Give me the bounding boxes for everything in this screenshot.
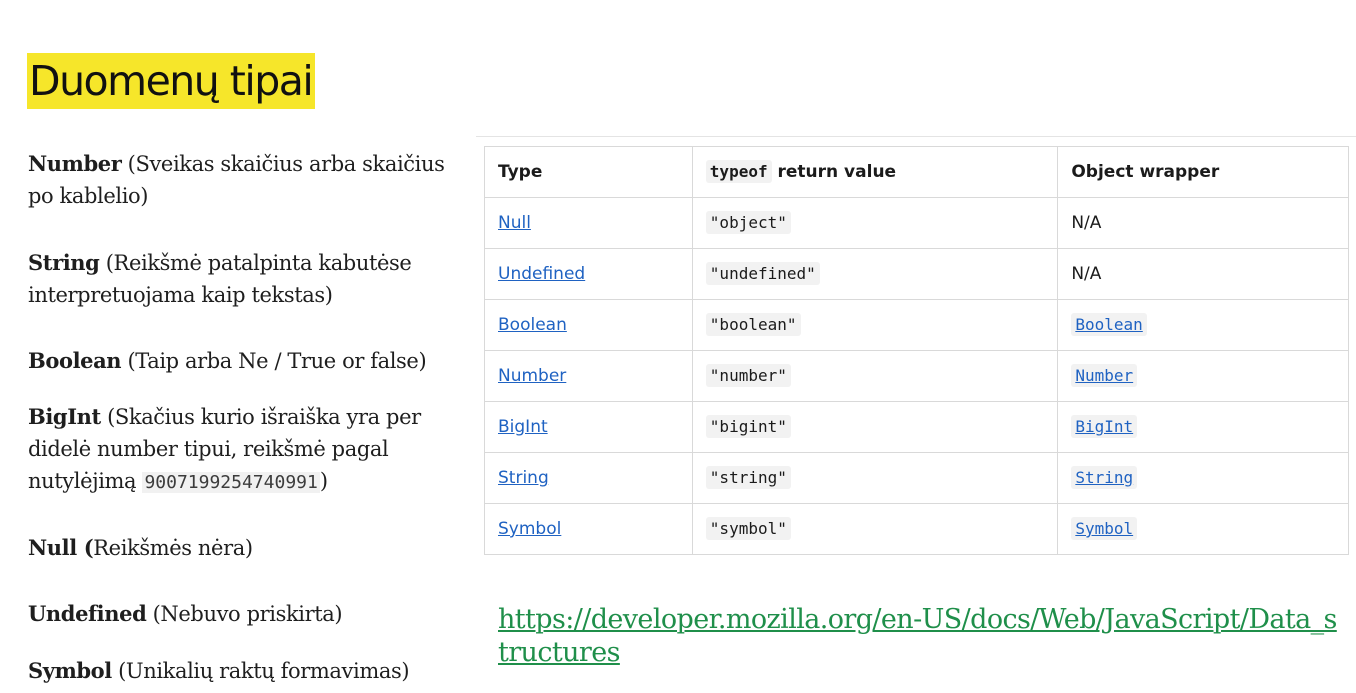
wrapper-cell: N/A (1057, 248, 1349, 300)
typeof-value: "undefined" (705, 262, 820, 285)
typeof-value: "boolean" (705, 313, 801, 336)
type-link-boolean[interactable]: Boolean (484, 299, 693, 351)
wrapper-cell: N/A (1057, 197, 1349, 249)
type-link-string[interactable]: String (484, 452, 693, 504)
table-row: BigInt "bigint" BigInt (484, 401, 1349, 453)
typeof-cell: "object" (691, 197, 1059, 249)
typeof-cell: "undefined" (691, 248, 1059, 300)
wrapper-cell: BigInt (1057, 401, 1349, 453)
table-row: Boolean "boolean" Boolean (484, 299, 1349, 351)
wrapper-cell: Symbol (1057, 503, 1349, 555)
typeof-cell: "bigint" (691, 401, 1059, 453)
table-row: Undefined "undefined" N/A (484, 248, 1349, 300)
table-row: Symbol "symbol" Symbol (484, 503, 1349, 555)
wrapper-link-string[interactable]: String (1071, 466, 1138, 489)
wrapper-link-symbol[interactable]: Symbol (1071, 517, 1138, 540)
type-link-undefined[interactable]: Undefined (484, 248, 693, 300)
table-row: Number "number" Number (484, 350, 1349, 402)
typeof-cell: "string" (691, 452, 1059, 504)
wrapper-cell: Boolean (1057, 299, 1349, 351)
header-wrapper: Object wrapper (1057, 146, 1349, 198)
wrapper-cell: String (1057, 452, 1349, 504)
wrapper-link-number[interactable]: Number (1071, 364, 1138, 387)
page-title: Duomenų tipai (27, 53, 316, 109)
typeof-value: "symbol" (705, 517, 791, 540)
typeof-value: "number" (705, 364, 791, 387)
item-boolean: Boolean (Taip arba Ne / True or false) (28, 348, 427, 373)
item-string: String (Reikšmė patalpinta kabutėse inte… (28, 250, 412, 307)
item-bigint: BigInt (Skačius kurio išraiška yra per d… (28, 404, 421, 493)
typeof-value: "bigint" (705, 415, 791, 438)
wrapper-cell: Number (1057, 350, 1349, 402)
type-link-null[interactable]: Null (484, 197, 693, 249)
typeof-cell: "symbol" (691, 503, 1059, 555)
item-null: Null (Reikšmės nėra) (28, 535, 253, 560)
header-typeof: typeof return value (691, 146, 1059, 198)
typeof-value: "object" (705, 211, 791, 234)
wrapper-link-bigint[interactable]: BigInt (1071, 415, 1138, 438)
wrapper-link-boolean[interactable]: Boolean (1071, 313, 1147, 336)
type-link-bigint[interactable]: BigInt (484, 401, 693, 453)
item-symbol: Symbol (Unikalių raktų formavimas) (28, 658, 410, 683)
type-link-symbol[interactable]: Symbol (484, 503, 693, 555)
typeof-cell: "number" (691, 350, 1059, 402)
bigint-default-value: 9007199254740991 (142, 472, 320, 493)
item-number: Number (Sveikas skaičius arba skaičius p… (28, 151, 445, 208)
typeof-code: typeof (705, 160, 772, 183)
typeof-value: "string" (705, 466, 791, 489)
item-undefined: Undefined (Nebuvo priskirta) (28, 601, 343, 626)
header-type: Type (484, 146, 693, 198)
mdn-link[interactable]: https://developer.mozilla.org/en-US/docs… (498, 603, 1338, 669)
table-row: Null "object" N/A (484, 197, 1349, 249)
types-table-container: Type typeof return value Object wrapper … (476, 136, 1356, 577)
typeof-cell: "boolean" (691, 299, 1059, 351)
table-row: String "string" String (484, 452, 1349, 504)
type-link-number[interactable]: Number (484, 350, 693, 402)
types-table: Type typeof return value Object wrapper … (484, 146, 1349, 555)
table-header-row: Type typeof return value Object wrapper (484, 146, 1349, 198)
